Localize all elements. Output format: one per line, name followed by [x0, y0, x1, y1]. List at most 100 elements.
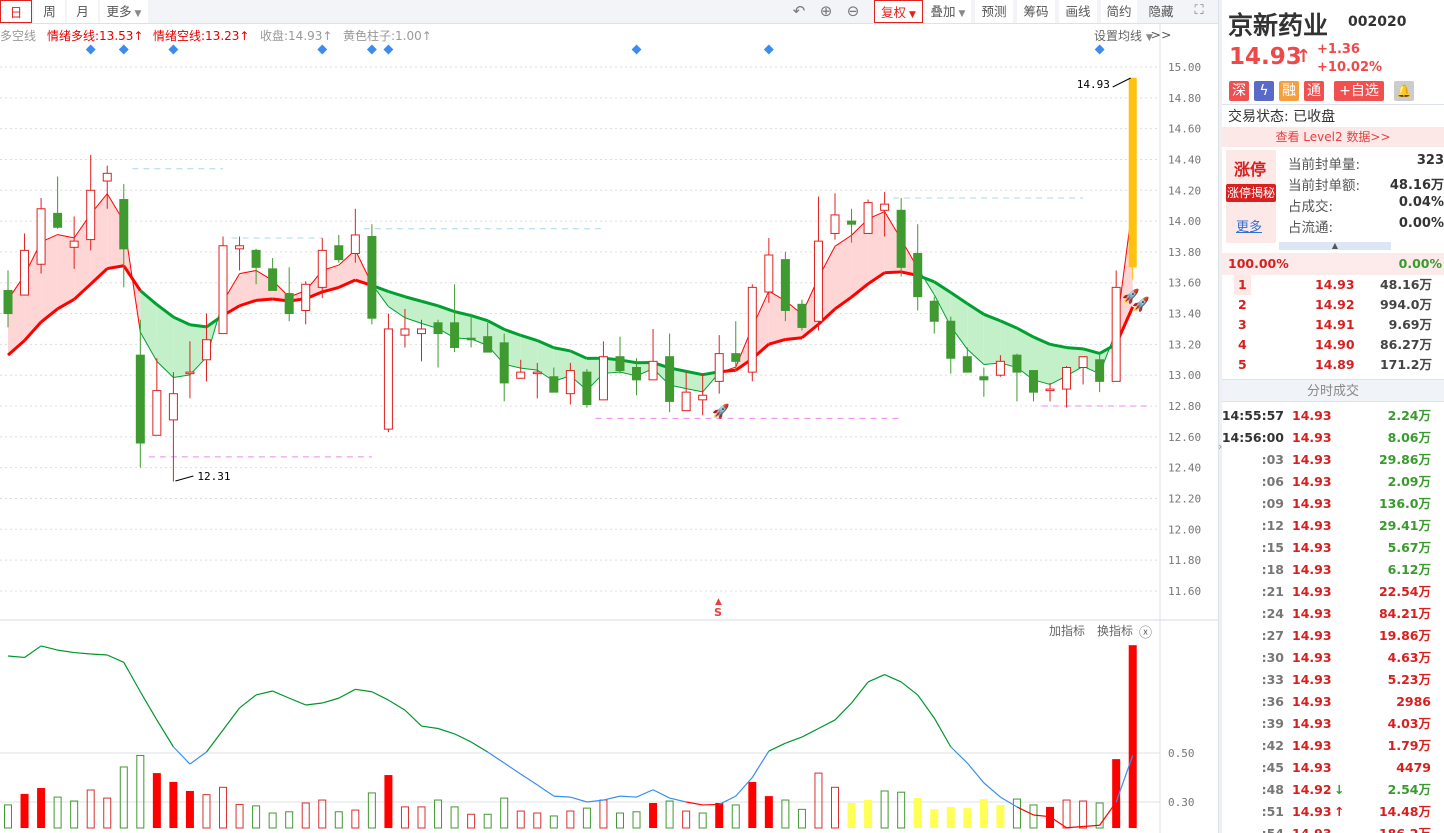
- volume-bar-down: [1012, 798, 1021, 829]
- limit-row-label: 当前封单量:: [1288, 157, 1361, 173]
- swap-indicator-button[interactable]: 换指标: [1097, 622, 1133, 639]
- trade-price: 14.93: [1292, 540, 1332, 555]
- trade-time: :51: [1261, 804, 1284, 819]
- candle-down: [433, 322, 443, 335]
- add-indicator-button[interactable]: 加指标: [1049, 622, 1085, 639]
- add-watchlist-button[interactable]: +自选: [1334, 81, 1384, 101]
- hide-button[interactable]: 隐藏>>: [1139, 0, 1183, 42]
- limit-up-title: 涨停: [1234, 160, 1267, 179]
- order-level: 3: [1238, 317, 1247, 332]
- candle-down: [929, 300, 939, 322]
- more-link[interactable]: 更多: [1236, 216, 1262, 235]
- indicator-line-segment: [239, 694, 257, 709]
- volume-bar-down: [483, 813, 492, 829]
- trade-time: :15: [1261, 540, 1284, 555]
- draw-button[interactable]: 画线: [1059, 0, 1097, 23]
- candle-up: [185, 371, 195, 375]
- indicator-line-segment: [851, 681, 869, 704]
- indicator-line-segment: [503, 762, 522, 775]
- limit-reveal-button[interactable]: 涨停揭秘: [1226, 184, 1276, 202]
- ratio-right: 0.00%: [1398, 256, 1442, 271]
- indicator-tick-label: 0.50: [1168, 747, 1195, 760]
- trade-price: 14.93: [1292, 606, 1332, 621]
- candle-up: [648, 360, 658, 381]
- volume-bar-down: [119, 766, 128, 829]
- collapse-handle-icon[interactable]: ▲: [1279, 242, 1391, 250]
- more-periods-dropdown[interactable]: 更多 ▼: [100, 0, 148, 23]
- trade-price: 14.93: [1292, 738, 1332, 753]
- zoom-out-icon[interactable]: ⊖: [844, 2, 862, 20]
- candle-down: [582, 371, 592, 405]
- indicator-line-segment: [652, 789, 670, 799]
- high-price-label: 14.93: [1077, 78, 1110, 91]
- candle-up: [764, 254, 774, 293]
- candle-down: [483, 336, 493, 353]
- predict-button[interactable]: 预测: [975, 0, 1013, 23]
- volume-bar-down: [285, 811, 294, 829]
- bell-icon[interactable]: 🔔: [1394, 81, 1414, 101]
- trade-time: :39: [1261, 716, 1284, 731]
- trade-volume: 22.54万: [1378, 584, 1431, 599]
- volume-bar-up-filled: [1046, 806, 1055, 828]
- overlay-dropdown[interactable]: 叠加 ▼: [925, 0, 971, 23]
- level2-link[interactable]: 查看 Level2 数据>>: [1222, 127, 1444, 147]
- trade-row: :18 14.93 6.12万: [1222, 559, 1444, 581]
- trade-time: :18: [1261, 562, 1284, 577]
- trade-time: :30: [1261, 650, 1284, 665]
- adjust-dropdown[interactable]: 复权 ▼: [874, 0, 923, 23]
- indicator-line-segment: [619, 795, 637, 798]
- trade-volume: 84.21万: [1378, 606, 1431, 621]
- fullscreen-icon[interactable]: ⛶: [1190, 2, 1208, 20]
- period-month-tab[interactable]: 月: [67, 0, 98, 23]
- trade-volume: 2.54万: [1387, 782, 1431, 797]
- legend-slow-line: 情绪空线:13.23↑: [153, 29, 250, 43]
- zoom-in-icon[interactable]: ⊕: [817, 2, 835, 20]
- volume-bar-up: [1062, 799, 1071, 829]
- trade-time: :42: [1261, 738, 1284, 753]
- trade-volume: 136.0万: [1378, 496, 1431, 511]
- slow-line-segment: [884, 270, 902, 275]
- candle-up: [383, 328, 393, 430]
- connect-badge[interactable]: 通: [1304, 81, 1324, 101]
- volume-bar-up: [831, 786, 839, 829]
- price-tick-label: 12.40: [1168, 462, 1201, 475]
- trade-status: 交易状态: 已收盘: [1228, 109, 1336, 125]
- period-day-tab[interactable]: 日: [0, 0, 32, 23]
- indicator-line-segment: [206, 729, 224, 753]
- kline-chart[interactable]: 15.00 14.80 14.60 14.40 14.20 14.00 13.80 13.60…: [0, 0, 1218, 833]
- price-tick-label: 12.00: [1168, 523, 1201, 536]
- margin-badge[interactable]: 融: [1279, 81, 1299, 101]
- trade-volume: 4.03万: [1387, 716, 1431, 731]
- set-ma-label: 设置均线: [1094, 29, 1143, 43]
- indicator-line-segment: [421, 725, 439, 730]
- indicator-line-segment: [785, 736, 803, 744]
- adjust-label: 复权: [881, 5, 907, 20]
- candle-down: [1012, 354, 1022, 373]
- price-tick-label: 13.00: [1168, 369, 1201, 382]
- candle-up: [201, 339, 211, 361]
- close-indicator-icon[interactable]: ⓧ: [1139, 622, 1152, 641]
- candle-down: [913, 252, 923, 298]
- yellow-column: [1128, 77, 1137, 268]
- candle-up: [995, 360, 1005, 376]
- period-week-tab[interactable]: 周: [34, 0, 65, 23]
- ratio-left: 100.00%: [1228, 256, 1289, 271]
- ma-band-fill: [983, 314, 1001, 365]
- volume-bar-yellow: [847, 802, 856, 828]
- price-tick-label: 15.00: [1168, 61, 1201, 74]
- indicator-line-segment: [718, 795, 737, 805]
- shenzhen-badge[interactable]: 深: [1229, 81, 1249, 101]
- chips-button[interactable]: 筹码: [1017, 0, 1055, 23]
- undo-icon[interactable]: ↶: [790, 2, 808, 20]
- trade-row: :06 14.93 2.09万: [1222, 471, 1444, 493]
- volume-bar-up-filled: [20, 793, 29, 828]
- trade-volume: 29.86万: [1378, 452, 1431, 467]
- trade-time: :12: [1261, 518, 1284, 533]
- trade-row: :21 14.93 22.54万: [1222, 581, 1444, 603]
- set-ma-dropdown[interactable]: 设置均线 ▼: [1094, 27, 1153, 44]
- simple-button[interactable]: 简约: [1101, 0, 1137, 23]
- trade-time: :36: [1261, 694, 1284, 709]
- candle-down: [1028, 370, 1038, 393]
- volume-bar-up-filled: [649, 802, 658, 828]
- lightning-badge-icon[interactable]: ϟ: [1254, 81, 1274, 101]
